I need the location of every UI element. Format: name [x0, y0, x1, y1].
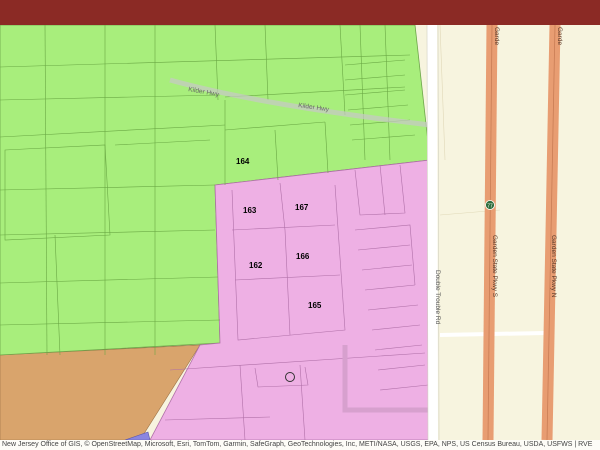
lot-label-166[interactable]: 166 — [296, 252, 310, 261]
map-attribution: New Jersey Office of GIS, © OpenStreetMa… — [0, 440, 600, 450]
map-canvas[interactable]: Kilder Hwy Kilder Hwy Double Trouble Rd … — [0, 25, 600, 440]
route-shield-label: 77 — [487, 203, 493, 209]
route-shield: 77 — [485, 200, 495, 210]
lot-label-165[interactable]: 165 — [308, 301, 322, 310]
double-trouble-road[interactable] — [427, 25, 438, 440]
lot-label-167[interactable]: 167 — [295, 203, 309, 212]
lot-label-164[interactable]: 164 — [236, 157, 250, 166]
header-bar — [0, 0, 600, 26]
road-label-gsp-top-left: Garde — [493, 27, 500, 45]
road-label-gsp-top-right: Garde — [556, 27, 563, 45]
road-label-gsp-south: Garden State Pkwy S — [491, 235, 498, 298]
lot-label-163[interactable]: 163 — [243, 206, 257, 215]
road-label-double-trouble: Double Trouble Rd — [434, 270, 441, 325]
road-label-gsp-north: Garden State Pkwy N — [550, 235, 557, 298]
lot-label-162[interactable]: 162 — [249, 261, 263, 270]
